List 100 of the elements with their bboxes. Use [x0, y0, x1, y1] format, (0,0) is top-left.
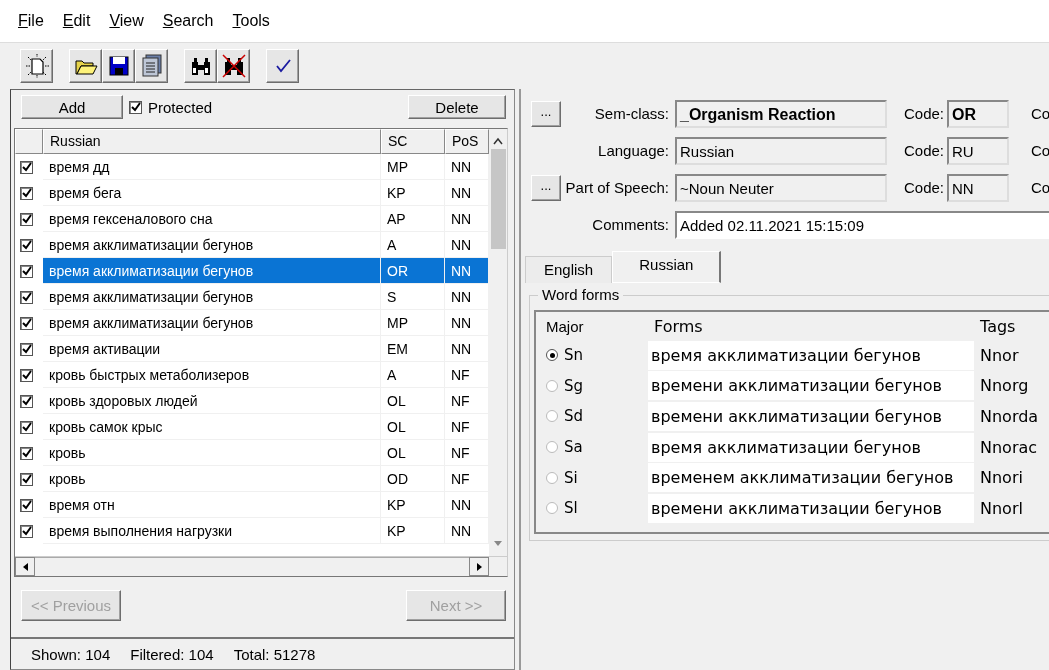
table-cell: время акклиматизации бегунов	[648, 340, 974, 370]
checkbox[interactable]	[20, 368, 33, 382]
checkbox[interactable]	[20, 316, 33, 330]
table-cell: NF	[445, 466, 489, 492]
table-cell[interactable]: время отн	[43, 492, 381, 518]
table-cell: KP	[381, 518, 445, 544]
table-cell[interactable]: время активации	[43, 336, 381, 362]
input-field[interactable]: OR	[947, 99, 1009, 128]
checkbox[interactable]	[129, 100, 142, 114]
menu-item[interactable]: Search	[162, 10, 214, 32]
checkbox[interactable]	[20, 238, 33, 252]
toolbar-button[interactable]	[69, 49, 102, 83]
table-cell: OL	[381, 414, 445, 440]
toolbar-button[interactable]	[184, 49, 217, 83]
table-cell: AP	[381, 206, 445, 232]
checkbox[interactable]	[20, 160, 33, 174]
new-document-icon	[24, 54, 49, 78]
checkbox[interactable]	[20, 394, 33, 408]
table-cell-text: Nnorg	[979, 376, 1030, 396]
radio-button[interactable]	[546, 410, 558, 423]
field-label: Code:	[902, 179, 945, 196]
table-cell: KP	[381, 492, 445, 518]
radio-label: Sa	[564, 438, 583, 457]
delete-button[interactable]: Delete	[408, 95, 506, 119]
table-cell[interactable]: кровь	[43, 440, 381, 466]
checkbox[interactable]	[20, 186, 33, 200]
input-field[interactable]: Added 02.11.2021 15:15:09	[675, 210, 1049, 239]
table-cell[interactable]: время бега	[43, 180, 381, 206]
input-field[interactable]: ~Noun Neuter	[675, 173, 887, 202]
table-cell[interactable]: время дд	[43, 154, 381, 180]
group-title: Word forms	[538, 286, 624, 303]
radio-button[interactable]	[546, 379, 558, 392]
table-cell[interactable]: время выполнения нагрузки	[43, 518, 381, 544]
table-cell: время акклиматизации бегунов	[648, 432, 974, 462]
radio-label: Si	[564, 468, 578, 487]
menu-item[interactable]: Tools	[232, 10, 270, 32]
column-header[interactable]: Russian	[43, 129, 381, 154]
document-stack-icon	[139, 54, 164, 78]
table-cell: времени акклиматизации бегунов	[648, 493, 974, 523]
table-cell[interactable]: время гексеналового сна	[43, 206, 381, 232]
input-field[interactable]: Russian	[675, 136, 887, 165]
checkbox[interactable]	[20, 446, 33, 460]
field-label: Part of Speech:	[564, 179, 670, 196]
menu-item[interactable]: Edit	[62, 10, 91, 32]
checkbox[interactable]	[20, 420, 33, 434]
table-cell[interactable]: время акклиматизации бегунов	[43, 284, 381, 310]
checkbox[interactable]	[20, 212, 33, 226]
input-field[interactable]: NN	[947, 173, 1009, 202]
table-cell: S	[381, 284, 445, 310]
table-cell[interactable]: кровь	[43, 466, 381, 492]
table-cell[interactable]: время акклиматизации бегунов	[43, 258, 381, 284]
toolbar-button[interactable]	[266, 49, 299, 83]
checkbox[interactable]	[20, 498, 33, 512]
checkbox[interactable]	[20, 290, 33, 304]
checkbox[interactable]	[20, 264, 33, 278]
table-cell: NN	[445, 258, 489, 284]
table-cell: MP	[381, 310, 445, 336]
toolbar-button[interactable]	[135, 49, 168, 83]
scrollbar-thumb[interactable]	[490, 149, 506, 249]
checkbox[interactable]	[20, 524, 33, 538]
input-field[interactable]: _Organism Reaction	[675, 99, 887, 128]
tab[interactable]: Russian	[612, 251, 722, 283]
table-cell[interactable]: время акклиматизации бегунов	[43, 310, 381, 336]
menu-item[interactable]: File	[18, 10, 44, 32]
toolbar-button[interactable]	[102, 49, 135, 83]
table-cell: NN	[445, 336, 489, 362]
radio-button[interactable]	[546, 349, 558, 362]
table-cell[interactable]: кровь быстрых метаболизеров	[43, 362, 381, 388]
add-button[interactable]: Add	[21, 95, 123, 119]
column-header[interactable]: SC	[381, 129, 445, 154]
table-cell: KP	[381, 180, 445, 206]
column-header: Forms	[653, 316, 704, 336]
table-cell: времени акклиматизации бегунов	[648, 402, 974, 431]
radio-button[interactable]	[546, 502, 558, 515]
table-cell: OD	[381, 466, 445, 492]
field-label: Language:	[597, 142, 670, 159]
field-label: Code:	[902, 142, 945, 159]
scroll-left-button[interactable]	[15, 557, 35, 576]
left-arrow-icon	[22, 562, 28, 571]
toolbar-button[interactable]	[217, 49, 250, 83]
browse-button[interactable]: ...	[531, 174, 561, 201]
table-cell[interactable]: кровь здоровых людей	[43, 388, 381, 414]
field-label: Comments:	[591, 216, 670, 233]
tab[interactable]: English	[525, 256, 613, 283]
checkbox[interactable]	[20, 472, 33, 486]
table-cell[interactable]: кровь самок крыс	[43, 414, 381, 440]
radio-button[interactable]	[546, 441, 558, 454]
radio-button[interactable]	[546, 471, 558, 484]
input-field[interactable]: RU	[947, 136, 1009, 165]
table-cell: NF	[445, 388, 489, 414]
scroll-right-button[interactable]	[469, 557, 489, 576]
checkbox[interactable]	[20, 342, 33, 356]
column-header[interactable]: PoS	[445, 129, 489, 154]
scroll-down-arrow-icon[interactable]	[494, 541, 502, 546]
browse-button[interactable]: ...	[531, 100, 561, 127]
status-text: Shown: 104	[31, 645, 111, 663]
table-cell: NN	[445, 492, 489, 518]
field-label: Co	[1030, 105, 1049, 122]
menu-item[interactable]: View	[109, 10, 144, 32]
toolbar-button[interactable]	[20, 49, 53, 83]
